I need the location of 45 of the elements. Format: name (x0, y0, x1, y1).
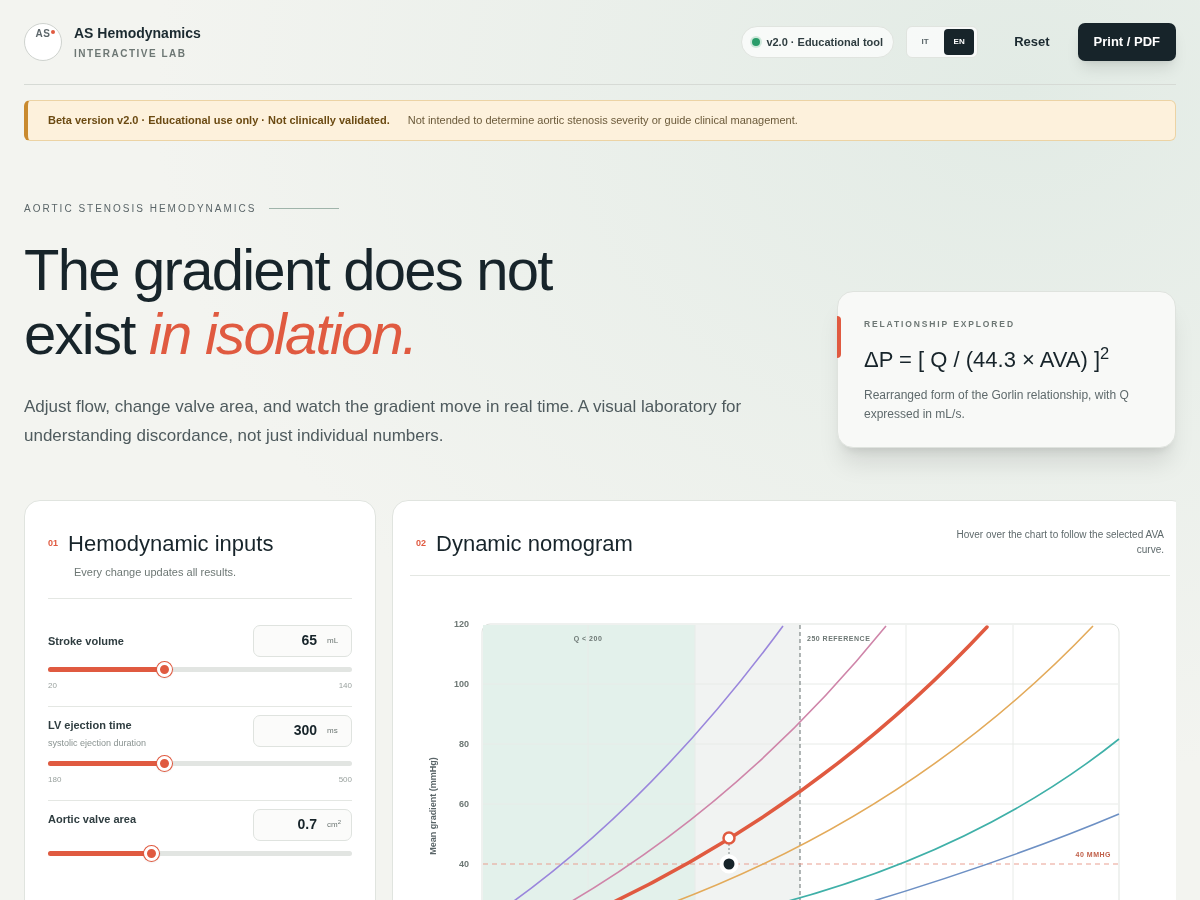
eyebrow-text: AORTIC STENOSIS HEMODYNAMICS (24, 202, 257, 216)
y-tick-label: 60 (459, 799, 469, 809)
slider[interactable] (48, 661, 352, 677)
range-label: 20 (48, 679, 57, 692)
range-label: 500 (338, 773, 352, 786)
card-eyebrow: RELATIONSHIP EXPLORED (864, 318, 1016, 331)
input-hint: systolic ejection duration (48, 737, 147, 750)
input-label: Aortic valve area (48, 811, 137, 827)
number-field[interactable]: 300 ms (253, 714, 352, 747)
print-button[interactable]: Print / PDF (1077, 23, 1176, 61)
range-label: 140 (338, 679, 352, 692)
section-number: 02 (416, 536, 426, 550)
chart-hint: Hover over the chart to follow the selected AVA curve. (955, 528, 1164, 557)
panel-subtitle: Every change updates all results. (74, 565, 238, 580)
number-field[interactable]: 65 mL (253, 624, 352, 657)
slider[interactable] (48, 845, 352, 861)
intro-paragraph: Adjust flow, change valve area, and watch the gradient move in real time. A visual laboratory for understanding discordance, not just individual numbers. (24, 396, 743, 447)
formula-note: Rearranged form of the Gorlin relationship, with Q expressed in mL/s. (864, 386, 1130, 423)
language-tab[interactable]: EN (944, 29, 975, 55)
app-name: AS Hemodynamics (74, 24, 201, 43)
current-point-marker (719, 854, 739, 874)
banner-title: Beta version v2.0 · Educational use only · Not clinically validated. (48, 113, 390, 129)
y-axis-label: Mean gradient (mmHg) (428, 757, 438, 855)
section-number: 01 (48, 536, 58, 550)
input-label: Stroke volume (48, 633, 124, 649)
input-label: LV ejection time (48, 717, 133, 733)
number-field[interactable]: 0.7 cm$^{2}$ (253, 808, 352, 841)
panel-title: Dynamic nomogram (436, 530, 633, 558)
logo-text: AS (35, 27, 51, 41)
headline-text: exist in isolation. (24, 302, 418, 366)
reset-button[interactable]: Reset (1002, 24, 1062, 60)
y-tick-label: 120 (453, 619, 469, 629)
y-tick-label: 100 (453, 679, 469, 689)
banner-text: Not intended to determine aortic stenosis severity or guide clinical management. (407, 113, 798, 129)
range-label: 180 (48, 773, 62, 786)
app-subtitle: INTERACTIVE LAB (74, 47, 188, 61)
selected-point-marker (722, 831, 736, 845)
y-tick-label: 80 (459, 739, 469, 749)
headline-text: The gradient does not (24, 238, 554, 302)
version-text: v2.0 · Educational tool (766, 34, 884, 50)
y-tick-label: 40 (459, 859, 469, 869)
slider[interactable] (48, 755, 352, 771)
panel-title: Hemodynamic inputs (68, 530, 274, 558)
formula-text: ΔP = [ Q / (44.3 × AVA) ]$^{2}$ (864, 342, 1111, 374)
language-tab[interactable]: IT (910, 29, 941, 55)
